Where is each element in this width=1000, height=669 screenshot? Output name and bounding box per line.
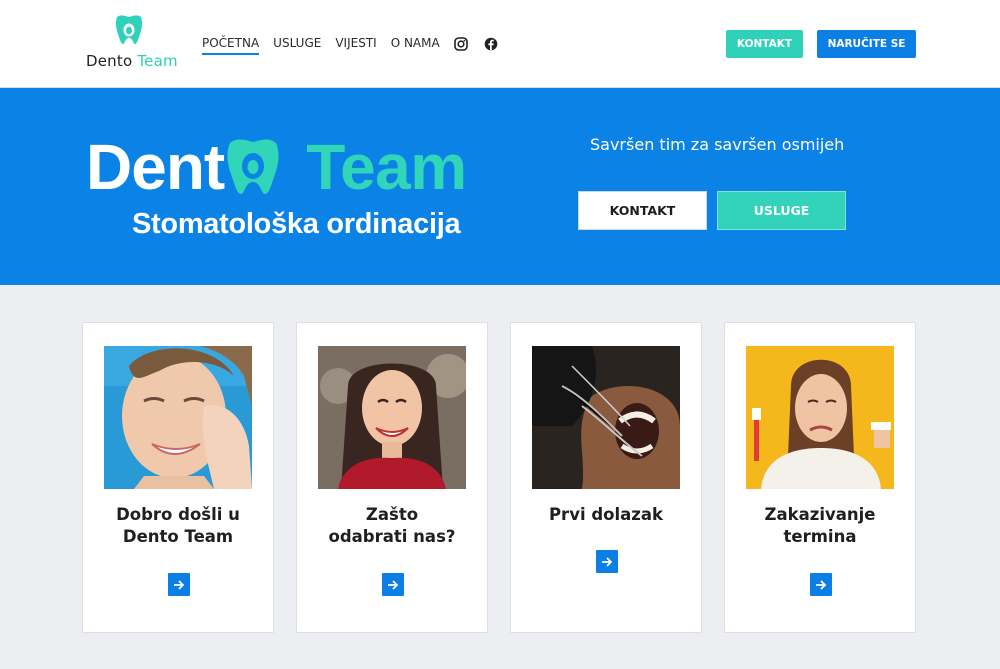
woman-with-toothbrush-photo bbox=[746, 346, 894, 489]
instagram-icon[interactable] bbox=[453, 36, 468, 51]
card-welcome: Dobro došli u Dento Team bbox=[82, 322, 274, 633]
kontakt-button[interactable]: KONTAKT bbox=[726, 30, 803, 58]
tooth-icon bbox=[227, 139, 279, 194]
card-title: Zakazivanje termina bbox=[764, 505, 876, 546]
arrow-right-icon[interactable] bbox=[810, 573, 832, 596]
nav-item-usluge[interactable]: USLUGE bbox=[273, 36, 321, 55]
card-title: Dobro došli u Dento Team bbox=[116, 505, 240, 546]
dental-examination-photo bbox=[532, 346, 680, 489]
arrow-right-icon[interactable] bbox=[596, 550, 618, 573]
card-booking: Zakazivanje termina bbox=[724, 322, 916, 633]
logo[interactable]: Dento Team bbox=[86, 14, 178, 72]
logo-word-dento: Dento bbox=[86, 52, 133, 70]
arrow-right-icon[interactable] bbox=[382, 573, 404, 596]
hero-kontakt-button[interactable]: KONTAKT bbox=[578, 191, 707, 230]
card-first-visit: Prvi dolazak bbox=[510, 322, 702, 633]
nav-item-vijesti[interactable]: VIJESTI bbox=[335, 36, 376, 55]
woman-touching-cheek-photo bbox=[104, 346, 252, 489]
hero-tagline: Savršen tim za savršen osmijeh bbox=[590, 135, 845, 154]
logo-word-team: Team bbox=[137, 52, 178, 70]
main-nav: POČETNA USLUGE VIJESTI O NAMA bbox=[202, 36, 514, 55]
card-why-us: Zašto odabrati nas? bbox=[296, 322, 488, 633]
hero-brand-team: Team bbox=[306, 131, 467, 203]
arrow-right-icon[interactable] bbox=[168, 573, 190, 596]
hero-subtitle: Stomatološka ordinacija bbox=[132, 208, 461, 240]
card-title: Zašto odabrati nas? bbox=[328, 505, 456, 546]
smiling-woman-photo bbox=[318, 346, 466, 489]
hero-brand-dent: Dent bbox=[86, 131, 225, 203]
facebook-icon[interactable] bbox=[484, 37, 498, 51]
card-title: Prvi dolazak bbox=[548, 505, 664, 524]
hero-usluge-button[interactable]: USLUGE bbox=[717, 191, 846, 230]
hero-brand: Dent Team bbox=[86, 132, 467, 202]
nav-item-pocetna[interactable]: POČETNA bbox=[202, 36, 260, 55]
site-header: Dento Team POČETNA USLUGE VIJESTI O NAMA… bbox=[0, 0, 1000, 88]
hero-banner: Dent Team Stomatološka ordinacija Savrše… bbox=[0, 88, 1000, 285]
book-appointment-button[interactable]: NARUČITE SE bbox=[817, 30, 916, 58]
nav-item-o-nama[interactable]: O NAMA bbox=[391, 36, 440, 55]
tooth-logo-icon bbox=[115, 15, 143, 44]
